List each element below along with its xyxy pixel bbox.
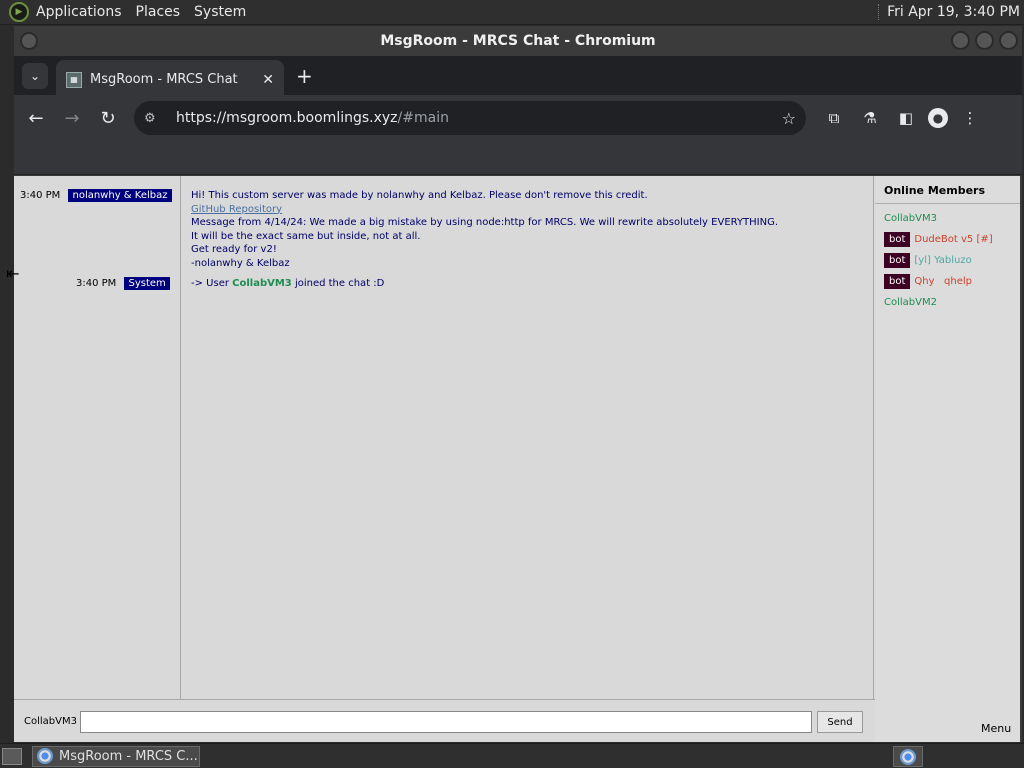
window-title: MsgRoom - MRCS Chat - Chromium <box>380 33 656 49</box>
more-menu-icon[interactable]: ⋮ <box>956 104 984 132</box>
message-column: Hi! This custom server was made by nolan… <box>182 176 874 699</box>
extensions-puzzle-icon[interactable]: ⧉ <box>820 104 848 132</box>
bookmark-star-icon[interactable]: ☆ <box>782 109 796 128</box>
bookmark-bar <box>14 141 1022 175</box>
toolbar-right-icons: ⧉ ⚗ ◧ ● ⋮ <box>820 104 984 132</box>
workspace-switcher[interactable] <box>893 746 923 767</box>
chromium-icon <box>37 748 53 764</box>
reload-icon[interactable]: ↻ <box>94 104 122 132</box>
window-controls <box>951 31 1018 50</box>
sender-column: 3:40 PM nolanwhy & Kelbaz 3:40 PM System <box>14 176 181 699</box>
message-line: -nolanwhy & Kelbaz <box>191 257 290 269</box>
send-button[interactable]: Send <box>817 711 863 733</box>
join-suffix: joined the chat :D <box>291 278 385 289</box>
tab-msgroom[interactable]: ▦ MsgRoom - MRCS Chat ✕ <box>56 60 284 99</box>
back-arrow-icon[interactable]: ← <box>22 104 50 132</box>
close-window-button[interactable] <box>999 31 1018 50</box>
distro-logo-icon[interactable]: ▶ <box>9 2 29 22</box>
panel-clock[interactable]: Fri Apr 19, 3:40 PM <box>878 4 1020 20</box>
browser-toolbar: ← → ↻ ⚙ https://msgroom.boomlings.xyz/#m… <box>14 95 1022 141</box>
profile-avatar-icon[interactable]: ● <box>928 108 948 128</box>
message-header-2: 3:40 PM System <box>76 277 170 290</box>
address-bar[interactable]: ⚙ https://msgroom.boomlings.xyz/#main ☆ <box>134 101 806 135</box>
tab-title: MsgRoom - MRCS Chat <box>90 72 238 87</box>
tab-strip: ⌄ ▦ MsgRoom - MRCS Chat ✕ + <box>14 56 1022 99</box>
desktop-top-panel: ▶ Applications Places System Fri Apr 19,… <box>0 0 1024 25</box>
mouse-cursor-icon: ⇤ <box>6 264 20 283</box>
joined-username[interactable]: CollabVM3 <box>232 278 292 289</box>
maximize-button[interactable] <box>975 31 994 50</box>
message-line: It will be the exact same but inside, no… <box>191 230 421 242</box>
taskbar-window-label: MsgRoom - MRCS C... <box>59 748 198 764</box>
github-repository-link[interactable]: GitHub Repository <box>191 204 282 215</box>
member-name[interactable]: DudeBot v5 [#] <box>914 234 992 245</box>
message-header-1: 3:40 PM nolanwhy & Kelbaz <box>20 189 172 202</box>
members-title: Online Members <box>884 184 986 197</box>
online-members-panel: Online Members CollabVM3 bot DudeBot v5 … <box>875 176 1020 742</box>
message-line: Get ready for v2! <box>191 244 277 255</box>
members-divider <box>875 203 1020 204</box>
member-name[interactable]: Qhy qhelp <box>914 276 972 287</box>
menu-link[interactable]: Menu <box>981 722 1011 735</box>
member-item[interactable]: bot DudeBot v5 [#] <box>884 232 993 247</box>
sender-badge[interactable]: nolanwhy & Kelbaz <box>68 189 172 202</box>
forward-arrow-icon[interactable]: → <box>58 104 86 132</box>
message-time: 3:40 PM <box>20 190 61 201</box>
message-input[interactable] <box>80 711 812 733</box>
compose-bar: CollabVM3 Send <box>14 699 875 742</box>
bottom-taskbar: MsgRoom - MRCS C... <box>0 743 1024 768</box>
panel-separator <box>878 4 880 20</box>
bot-badge: bot <box>884 232 911 247</box>
tab-search-chevron-down-icon[interactable]: ⌄ <box>22 62 48 89</box>
nickname-label[interactable]: CollabVM3 <box>24 716 77 727</box>
system-menu[interactable]: System <box>194 4 246 20</box>
applications-menu[interactable]: Applications <box>36 4 122 20</box>
chat-page: 3:40 PM nolanwhy & Kelbaz 3:40 PM System… <box>6 176 1020 742</box>
taskbar-window-button[interactable]: MsgRoom - MRCS C... <box>32 745 200 767</box>
browser-window: MsgRoom - MRCS Chat - Chromium ⌄ ▦ MsgRo… <box>6 26 1022 742</box>
join-prefix: -> User <box>191 278 233 289</box>
window-menu-button[interactable] <box>20 32 38 50</box>
member-item[interactable]: CollabVM2 <box>884 297 937 308</box>
site-favicon-icon: ▦ <box>66 71 82 88</box>
member-item[interactable]: bot [yl] Yabluzo <box>884 253 972 268</box>
sender-badge[interactable]: System <box>124 277 170 290</box>
message-body-1: Hi! This custom server was made by nolan… <box>191 189 778 270</box>
minimize-button[interactable] <box>951 31 970 50</box>
member-name[interactable]: [yl] Yabluzo <box>914 255 971 266</box>
places-menu[interactable]: Places <box>136 4 181 20</box>
url-path: /#main <box>397 110 449 126</box>
tab-close-icon[interactable]: ✕ <box>262 72 274 88</box>
labs-flask-icon[interactable]: ⚗ <box>856 104 884 132</box>
member-name[interactable]: CollabVM2 <box>884 297 937 308</box>
message-line: Hi! This custom server was made by nolan… <box>191 190 648 201</box>
message-body-2: -> User CollabVM3 joined the chat :D <box>191 277 384 291</box>
workspace-chromium-icon <box>900 748 916 765</box>
member-item[interactable]: CollabVM3 <box>884 213 937 224</box>
window-titlebar[interactable]: MsgRoom - MRCS Chat - Chromium <box>14 26 1022 56</box>
show-desktop-icon[interactable] <box>2 747 22 765</box>
side-panel-icon[interactable]: ◧ <box>892 104 920 132</box>
message-line: Message from 4/14/24: We made a big mist… <box>191 217 779 228</box>
member-item[interactable]: bot Qhy qhelp <box>884 274 972 289</box>
message-time: 3:40 PM <box>76 278 117 289</box>
site-info-icon[interactable]: ⚙ <box>144 111 164 126</box>
bot-badge: bot <box>884 253 911 268</box>
member-name[interactable]: CollabVM3 <box>884 213 937 224</box>
bot-badge: bot <box>884 274 911 289</box>
clock-text[interactable]: Fri Apr 19, 3:40 PM <box>887 4 1020 20</box>
new-tab-plus-icon[interactable]: + <box>296 64 313 88</box>
url-host: https://msgroom.boomlings.xyz <box>176 110 398 126</box>
